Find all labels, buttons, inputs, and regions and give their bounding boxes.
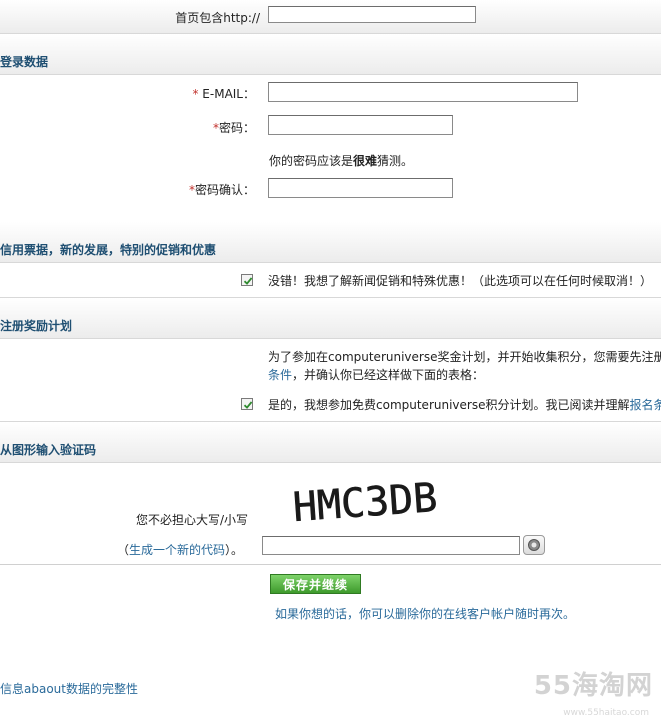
regenerate-code-link[interactable]: 生成一个新的代码 [129,543,225,557]
homepage-input[interactable] [268,6,476,23]
confirm-label-text: 密码确认： [194,183,255,197]
rewards-description-line1: 为了参加在computeruniverse奖金计划，并开始收集积分，您需要先注册… [268,350,661,364]
confirm-password-field[interactable] [268,178,453,198]
divider [0,564,661,565]
email-field[interactable] [268,82,578,102]
data-integrity-link[interactable]: 信息abaout数据的完整性 [0,680,138,697]
captcha-case-hint: 您不必担心大写/小写 [136,513,249,527]
captcha-image: HMC3DB [263,468,519,536]
captcha-section-title: 从图形输入验证码 [0,443,97,457]
password-hint: 你的密码应该是很难猜测。 [269,152,413,169]
email-required-mark: * [192,87,199,101]
password-field[interactable] [268,115,453,135]
rewards-description-rest: ，并确认你已经这样做下面的表格： [292,368,485,382]
rewards-conditions-link[interactable]: 条件 [268,368,292,382]
save-and-continue-button[interactable]: 保存并继续 [270,574,361,594]
rewards-checkbox-text: 是的，我想参加免费computeruniverse积分计划。我已阅读并理解 [268,398,630,412]
check-icon [243,277,253,285]
check-icon [243,401,253,409]
captcha-refresh-button[interactable] [523,535,545,555]
confirm-label: *密码确认： [120,181,255,198]
password-label: *密码： [120,119,255,136]
captcha-regenerate: （生成一个新的代码）。 [117,541,243,558]
newsletter-checkbox[interactable] [241,274,253,286]
newsletter-section-title: 信用票据，新的发展，特别的促销和优惠 [0,243,217,257]
rewards-signup-conditions-link[interactable]: 报名条件 [629,398,661,412]
refresh-icon [528,539,540,551]
watermark-url: www.55haitao.com [563,708,649,718]
rewards-section-title: 注册奖励计划 [0,319,73,333]
password-label-text: 密码： [218,121,255,135]
newsletter-checkbox-label: 没错！我想了解新闻促销和特殊优惠！（此选项可以在任何时候取消！） [268,274,653,288]
rewards-description-line2: 条件，并确认你已经这样做下面的表格： [268,366,484,383]
email-label: * E-MAIL： [120,85,255,102]
regenerate-open-paren: （ [117,543,130,557]
rewards-section-header [0,298,661,339]
captcha-text: HMC3DB [291,475,438,531]
login-section-title: 登录数据 [0,55,49,69]
email-label-text: E-MAIL： [202,87,255,101]
rewards-checkbox-label: 是的，我想参加免费computeruniverse积分计划。我已阅读并理解报名条… [268,396,661,413]
password-hint-prefix: 你的密码应该是 [269,154,354,168]
rewards-checkbox[interactable] [241,398,253,410]
delete-account-note[interactable]: 如果你想的话，你可以删除你的在线客户帐户随时再次。 [275,605,575,622]
password-hint-bold: 很难 [353,154,378,168]
captcha-section-header [0,422,661,463]
homepage-label: 首页包含http:// [175,11,260,25]
captcha-input[interactable] [262,536,520,555]
password-hint-suffix: 猜测。 [377,154,414,168]
watermark-logo: 55海淘网 [533,671,653,701]
regenerate-close-paren: ）。 [225,543,244,557]
login-section-header [0,34,661,75]
